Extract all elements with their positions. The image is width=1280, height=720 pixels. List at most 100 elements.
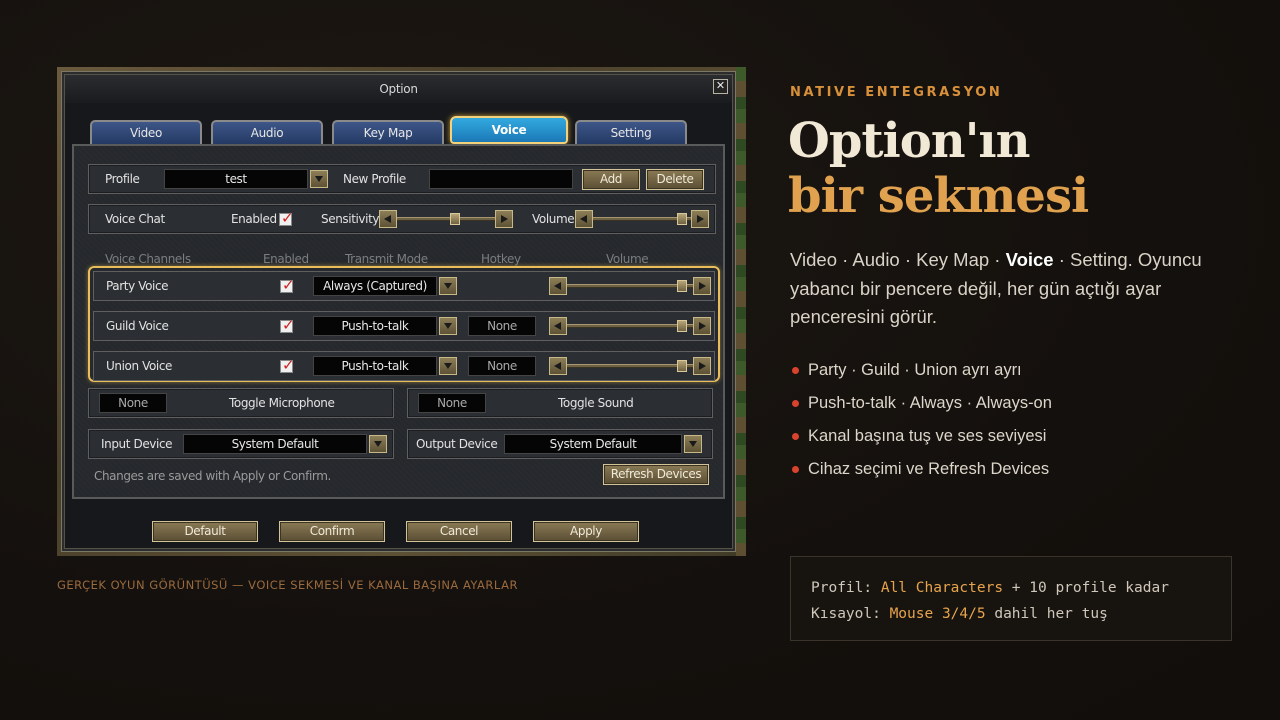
chevron-down-icon[interactable] [439, 317, 457, 335]
voice-chat-label: Voice Chat [105, 212, 165, 226]
tab-setting[interactable]: Setting [575, 120, 687, 144]
header-hotkey: Hotkey [481, 252, 521, 266]
chevron-down-icon[interactable] [439, 277, 457, 295]
list-item: Party · Guild · Union ayrı ayrı [790, 358, 1052, 391]
cancel-button[interactable]: Cancel [406, 521, 512, 542]
slider-thumb[interactable] [677, 320, 688, 332]
profile-row: Profile test New Profile Add Delete [88, 164, 716, 194]
chevron-down-icon[interactable] [684, 435, 702, 453]
toggle-sound-row: None Toggle Sound [407, 388, 713, 418]
transmit-mode-select[interactable]: Always (Captured) [313, 276, 437, 296]
channel-row-union: Union Voice Push-to-talk None [93, 351, 715, 381]
hotkey-field[interactable]: None [468, 316, 536, 336]
window-titlebar[interactable]: Option [65, 75, 732, 103]
channel-name: Guild Voice [106, 319, 169, 333]
channel-enabled-checkbox[interactable] [280, 356, 295, 374]
sensitivity-slider[interactable] [379, 210, 513, 228]
slider-thumb[interactable] [677, 280, 688, 292]
hotkey-field[interactable]: None [468, 356, 536, 376]
channel-enabled-checkbox[interactable] [280, 316, 295, 334]
apply-button[interactable]: Apply [533, 521, 639, 542]
code-line-shortcut: Kısayol: Mouse 3/4/5 dahil her tuş [811, 601, 1211, 627]
list-item-text: Push-to-talk · Always · Always-on [808, 394, 1052, 412]
intro-paragraph: Video · Audio · Key Map · Voice · Settin… [790, 246, 1230, 332]
arrow-right-icon[interactable] [495, 210, 513, 228]
header-transmit-mode: Transmit Mode [345, 252, 428, 266]
add-profile-button[interactable]: Add [582, 169, 640, 190]
delete-profile-button[interactable]: Delete [646, 169, 704, 190]
new-profile-input[interactable] [429, 169, 573, 189]
chevron-down-icon[interactable] [310, 170, 328, 188]
slider-thumb[interactable] [676, 213, 687, 225]
arrow-left-icon[interactable] [549, 357, 567, 375]
game-screenshot: Option ✕ Video Audio Key Map Voice Setti… [57, 67, 746, 556]
code-rest: + 10 profile kadar [1011, 580, 1169, 596]
confirm-button[interactable]: Confirm [279, 521, 385, 542]
voice-chat-enabled-checkbox[interactable] [279, 209, 294, 227]
arrow-right-icon[interactable] [691, 210, 709, 228]
bullet-dot-icon [792, 466, 799, 473]
output-device-select[interactable]: System Default [504, 434, 682, 454]
list-item: Push-to-talk · Always · Always-on [790, 391, 1052, 424]
arrow-right-icon[interactable] [693, 317, 711, 335]
profile-label: Profile [105, 172, 140, 186]
sensitivity-label: Sensitivity [321, 212, 380, 226]
intro-before: Video · Audio · Key Map · [790, 249, 1006, 270]
headline-line-2: bir sekmesi [788, 168, 1089, 224]
code-value: Mouse 3/4/5 [889, 606, 986, 622]
voice-chat-enabled-label: Enabled [231, 212, 277, 226]
voice-chat-row: Voice Chat Enabled Sensitivity Volume [88, 204, 716, 234]
list-item-text: Kanal başına tuş ve ses seviyesi [808, 427, 1047, 445]
headline: Option'ın bir sekmesi [788, 113, 1089, 224]
profile-select[interactable]: test [164, 169, 308, 189]
window-title: Option [379, 82, 418, 96]
channel-enabled-checkbox[interactable] [280, 276, 295, 294]
voice-tab-content: Profile test New Profile Add Delete Voic… [72, 144, 725, 499]
new-profile-label: New Profile [343, 172, 406, 186]
voice-volume-slider[interactable] [575, 210, 709, 228]
output-device-row: Output Device System Default [407, 429, 713, 459]
section-kicker: NATIVE ENTEGRASYON [790, 85, 1003, 100]
sound-hotkey-field[interactable]: None [418, 393, 486, 413]
channel-volume-slider[interactable] [549, 357, 711, 375]
arrow-right-icon[interactable] [693, 357, 711, 375]
tab-key-map[interactable]: Key Map [332, 120, 444, 144]
headline-line-1: Option'ın [788, 113, 1031, 169]
code-key: Kısayol: [811, 606, 881, 622]
slider-thumb[interactable] [677, 360, 688, 372]
voice-volume-label: Volume [532, 212, 575, 226]
channel-row-guild: Guild Voice Push-to-talk None [93, 311, 715, 341]
bullet-dot-icon [792, 367, 799, 374]
list-item: Cihaz seçimi ve Refresh Devices [790, 457, 1052, 490]
tab-video[interactable]: Video [90, 120, 202, 144]
chevron-down-icon[interactable] [369, 435, 387, 453]
chevron-down-icon[interactable] [439, 357, 457, 375]
list-item-text: Cihaz seçimi ve Refresh Devices [808, 460, 1050, 478]
arrow-left-icon[interactable] [379, 210, 397, 228]
header-volume: Volume [606, 252, 649, 266]
transmit-mode-select[interactable]: Push-to-talk [313, 316, 437, 336]
toggle-sound-label: Toggle Sound [558, 396, 634, 410]
output-device-label: Output Device [416, 437, 498, 451]
bullet-dot-icon [792, 433, 799, 440]
mic-hotkey-field[interactable]: None [99, 393, 167, 413]
toggle-microphone-label: Toggle Microphone [229, 396, 335, 410]
refresh-devices-button[interactable]: Refresh Devices [603, 464, 709, 485]
channel-volume-slider[interactable] [549, 277, 711, 295]
slider-thumb[interactable] [449, 213, 460, 225]
channel-name: Union Voice [106, 359, 173, 373]
intro-bold: Voice [1005, 249, 1054, 270]
arrow-right-icon[interactable] [693, 277, 711, 295]
transmit-mode-select[interactable]: Push-to-talk [313, 356, 437, 376]
arrow-left-icon[interactable] [549, 277, 567, 295]
default-button[interactable]: Default [152, 521, 258, 542]
close-icon[interactable]: ✕ [713, 79, 728, 94]
list-item-text: Party · Guild · Union ayrı ayrı [808, 361, 1022, 379]
arrow-left-icon[interactable] [575, 210, 593, 228]
input-device-select[interactable]: System Default [183, 434, 367, 454]
tab-voice[interactable]: Voice [450, 116, 568, 144]
channel-name: Party Voice [106, 279, 169, 293]
channel-volume-slider[interactable] [549, 317, 711, 335]
tab-audio[interactable]: Audio [211, 120, 323, 144]
arrow-left-icon[interactable] [549, 317, 567, 335]
